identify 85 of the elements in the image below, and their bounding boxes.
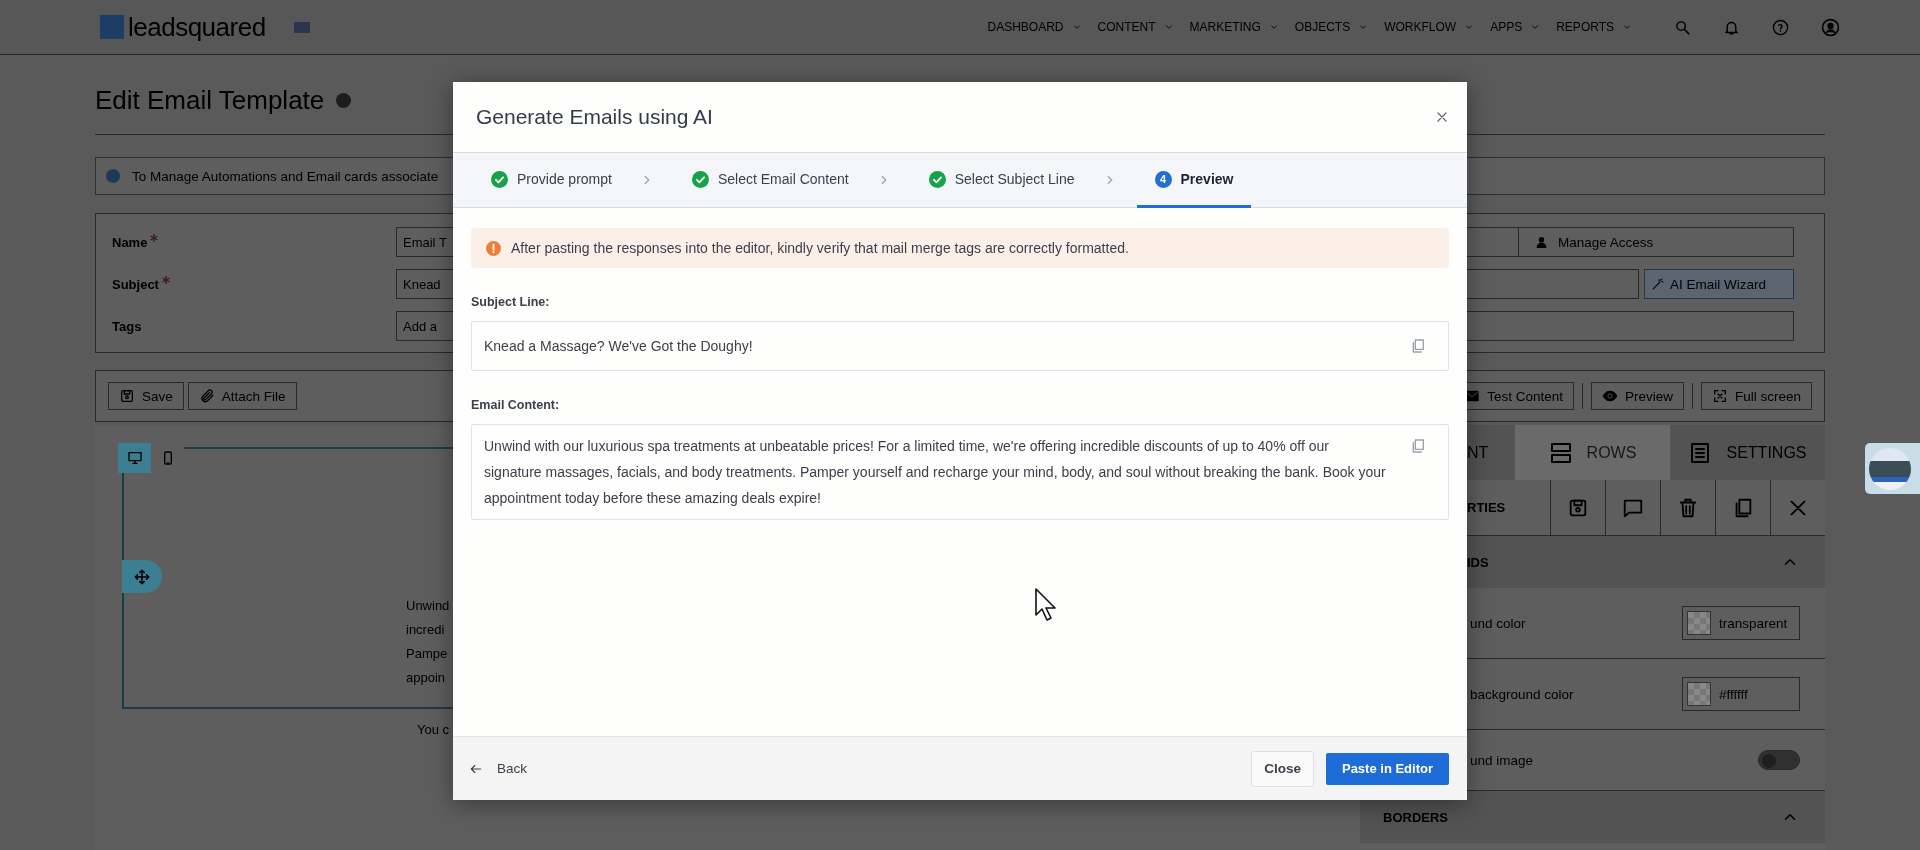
- toolbar-button[interactable]: Save: [108, 382, 184, 410]
- wizard-step[interactable]: Select Email Content: [673, 153, 867, 208]
- toolbar-button[interactable]: Full screen: [1700, 382, 1812, 410]
- content-text: Unwind with our luxurious spa treatments at unbeatable prices! For a limited time, we're offering incredible discounts of up to 40% off our signature massages, facials, and body treatments. Pamper yourself and recharge your mind, body, and soul without breaking the bank. Book your appointment today before these amazing deals expire!: [484, 437, 1387, 508]
- caret-icon: [1530, 22, 1541, 32]
- nav-menu-item[interactable]: REPORTS: [1556, 20, 1632, 34]
- toolbar-button[interactable]: Attach File: [187, 382, 297, 410]
- warning-text: After pasting the responses into the editor, kindly verify that mail merge tags are correctly formatted.: [511, 240, 1129, 256]
- property-label: und image: [1470, 752, 1534, 768]
- swatch-icon: [1687, 682, 1711, 706]
- rows-icon: [1548, 440, 1573, 465]
- properties-title: RTIES: [1466, 499, 1507, 517]
- nav-menu-item[interactable]: CONTENT: [1097, 20, 1174, 34]
- back-button[interactable]: Back: [469, 761, 527, 776]
- color-field[interactable]: #ffffff: [1682, 677, 1800, 711]
- section-title: IDS: [1467, 554, 1489, 570]
- cursor-icon: [1035, 588, 1057, 622]
- trash-icon: [1677, 496, 1699, 519]
- panel-tab[interactable]: SETTINGS: [1670, 425, 1825, 480]
- field-label: Tags: [112, 318, 142, 334]
- email-text-line: incredi: [406, 621, 446, 639]
- subject-text: Knead a Massage? We've Got the Doughy!: [484, 338, 753, 354]
- field-label: Email Content:: [471, 398, 560, 412]
- user-icon: [1535, 235, 1548, 249]
- caret-icon: [1268, 22, 1279, 32]
- paperclip-icon: [198, 388, 215, 404]
- field-label: Subject: [112, 276, 159, 292]
- panel-tab[interactable]: ROWS: [1515, 425, 1670, 480]
- eye-icon: [1601, 388, 1618, 404]
- save-icon: [119, 388, 135, 404]
- manage-access-button[interactable]: Manage Access: [1518, 227, 1794, 257]
- desktop-view-button[interactable]: [118, 443, 151, 473]
- toolbar-button[interactable]: Preview: [1590, 382, 1684, 410]
- caret-icon: [1358, 22, 1369, 32]
- nav-menu-item[interactable]: DASHBOARD: [987, 20, 1082, 34]
- nav-menu-item[interactable]: WORKFLOW: [1384, 20, 1475, 34]
- nav-menu-item[interactable]: MARKETING: [1189, 20, 1279, 34]
- copy-button[interactable]: [1410, 338, 1426, 354]
- nav-menu-item[interactable]: OBJECTS: [1294, 20, 1369, 34]
- copy-icon: [1410, 338, 1426, 354]
- logo-icon: [100, 15, 124, 39]
- swatch-icon: [1687, 611, 1711, 635]
- field-label: Name: [112, 234, 148, 250]
- wizard-step[interactable]: 4 Preview: [1136, 153, 1252, 208]
- nav-menu-item[interactable]: APPS: [1490, 20, 1541, 34]
- ai-wizard-button[interactable]: AI Email Wizard: [1644, 269, 1794, 299]
- email-text-line: appoin: [406, 669, 447, 687]
- section-title: BORDERS: [1383, 809, 1448, 825]
- caret-icon: [1622, 22, 1632, 32]
- monitor-icon: [126, 450, 143, 466]
- copy-button[interactable]: [1410, 438, 1426, 454]
- page-title: Edit Email Template: [95, 85, 325, 116]
- photo-placeholder: [1869, 447, 1911, 490]
- move-icon: [133, 567, 151, 586]
- wizard-step[interactable]: Select Subject Line: [910, 153, 1093, 208]
- warning-icon: [486, 240, 501, 256]
- user-icon: [1821, 17, 1840, 37]
- footer-text: You c: [417, 721, 450, 737]
- caret-icon: [1071, 22, 1082, 32]
- step-number: 4: [1154, 170, 1172, 188]
- color-field[interactable]: transparent: [1682, 606, 1800, 640]
- search-icon: [1674, 18, 1691, 36]
- wand-icon: [1651, 277, 1664, 291]
- copy-icon: [1410, 438, 1426, 454]
- section-header[interactable]: BORDERS: [1360, 791, 1825, 843]
- caret-icon: [1464, 22, 1475, 32]
- email-text-line: Unwind: [406, 597, 451, 615]
- toggle-switch[interactable]: [1758, 750, 1800, 770]
- required-icon: [150, 234, 159, 242]
- close-text-button[interactable]: Close: [1251, 750, 1314, 787]
- paste-button[interactable]: Paste in Editor: [1325, 752, 1449, 785]
- info-text: To Manage Automations and Email cards associate: [132, 168, 439, 184]
- required-icon: [161, 276, 170, 284]
- property-label: background color: [1470, 686, 1574, 702]
- floating-widget[interactable]: [1865, 443, 1920, 494]
- caret-icon: [1163, 22, 1174, 32]
- field-label: Subject Line:: [471, 295, 550, 309]
- close-icon: [1435, 110, 1449, 124]
- property-label: und color: [1470, 615, 1526, 631]
- modal-title: Generate Emails using AI: [476, 105, 713, 129]
- logo[interactable]: leadsquared: [128, 11, 266, 43]
- email-text-line: Pampe: [406, 645, 449, 663]
- fullscreen-icon: [1711, 388, 1728, 404]
- wizard-step[interactable]: Provide prompt: [491, 153, 630, 208]
- move-handle[interactable]: [122, 560, 162, 593]
